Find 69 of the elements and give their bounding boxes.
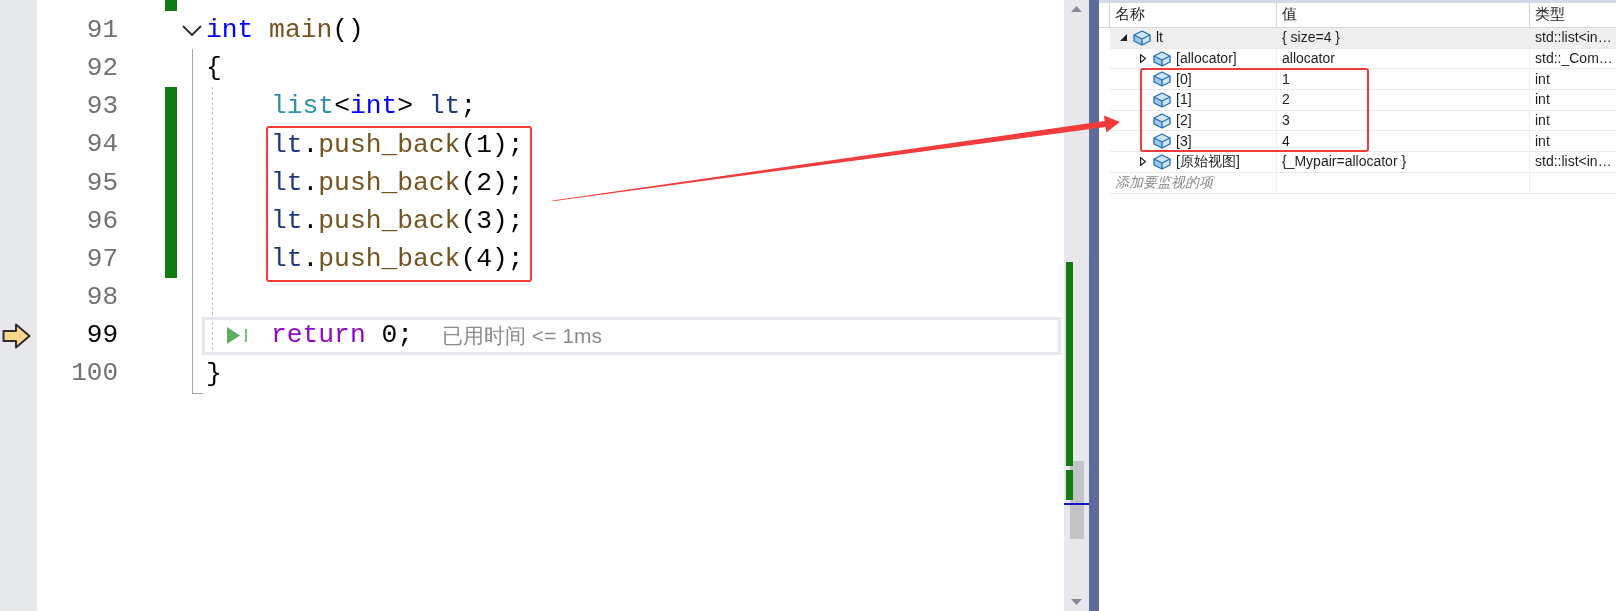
line-number: 99 (86, 321, 118, 350)
variable-name: lt (1156, 28, 1163, 48)
column-header[interactable]: 值 (1277, 3, 1530, 27)
code-line: lt.push_back(1); (271, 129, 524, 160)
cube-icon (1153, 71, 1171, 88)
variable-type: std::_Com… (1535, 49, 1613, 69)
code-line: lt.push_back(2); (271, 167, 524, 198)
variable-value: 4 (1282, 131, 1290, 151)
code-line: lt.push_back(4); (271, 244, 524, 275)
code-line: list<int> lt; (271, 91, 477, 122)
line-number: 97 (86, 244, 118, 274)
variable-value: 1 (1282, 69, 1290, 89)
watch-row[interactable]: [allocator] allocator std::_Com… (1110, 48, 1616, 70)
chevron-down-icon[interactable] (182, 24, 202, 36)
variable-name: [3] (1176, 131, 1192, 151)
column-header[interactable]: 类型 (1530, 3, 1616, 27)
caret-position-marker (1064, 503, 1089, 505)
code-line: lt.push_back(3); (271, 205, 524, 237)
line-number: 94 (86, 130, 118, 159)
variable-value: 3 (1282, 111, 1290, 131)
watch-row[interactable]: [3] 4 int (1110, 131, 1616, 153)
watch-row[interactable]: [2] 3 int (1110, 110, 1616, 132)
line-number: 96 (86, 206, 118, 236)
cube-icon (1153, 112, 1171, 129)
variable-value: { size=4 } (1282, 28, 1340, 48)
scrollbar-track[interactable] (1064, 0, 1089, 611)
collapsed-triangle-icon[interactable] (1140, 54, 1146, 64)
scroll-up-icon[interactable] (1071, 6, 1082, 12)
variable-name: [原始视图] (1176, 152, 1240, 172)
variable-value: {_Mypair=allocator } (1282, 152, 1407, 172)
line-number: 93 (86, 92, 118, 121)
line-number: 95 (86, 168, 118, 198)
variable-type: std::list<in… (1535, 28, 1612, 48)
watch-row[interactable]: lt { size=4 } std::list<in… (1110, 28, 1616, 49)
code-line: int main() (206, 14, 364, 46)
variable-value: 2 (1282, 90, 1290, 110)
expanded-triangle-icon[interactable] (1120, 34, 1127, 42)
line-number: 98 (86, 283, 118, 312)
change-marker (1066, 470, 1073, 500)
line-number: 100 (71, 359, 118, 389)
variable-name: [allocator] (1176, 49, 1237, 69)
add-watch-field[interactable]: 添加要监视的项 (1110, 173, 1276, 193)
column-header[interactable]: 名称 (1110, 3, 1277, 27)
collapsed-triangle-icon[interactable] (1140, 157, 1146, 167)
variable-type: int (1535, 131, 1550, 151)
watch-row[interactable]: [原始视图] {_Mypair=allocator } std::list<in… (1110, 152, 1616, 173)
cube-icon (1153, 91, 1171, 108)
variable-value: allocator (1282, 49, 1335, 69)
line-number: 91 (86, 15, 118, 45)
play-bar-icon[interactable] (227, 327, 248, 345)
variable-type: int (1535, 69, 1550, 89)
variable-name: [0] (1176, 69, 1192, 89)
cube-icon (1133, 29, 1151, 46)
cube-icon (1153, 50, 1171, 67)
variable-type: int (1535, 90, 1550, 110)
code-line: return 0; (271, 320, 414, 351)
timing-hint: 已用时间 <= 1ms (442, 323, 602, 349)
variable-type: int (1535, 111, 1550, 131)
watch-row[interactable]: [0] 1 int (1110, 69, 1616, 91)
scroll-down-icon[interactable] (1071, 599, 1082, 605)
cube-icon (1153, 133, 1171, 150)
variable-name: [2] (1176, 111, 1192, 131)
line-number: 92 (86, 54, 118, 83)
cube-icon (1153, 153, 1171, 170)
watch-row[interactable]: [1] 2 int (1110, 90, 1616, 111)
variable-type: std::list<in… (1535, 152, 1612, 172)
code-line: } (206, 358, 222, 389)
variable-name: [1] (1176, 90, 1192, 110)
code-line: { (206, 53, 222, 84)
